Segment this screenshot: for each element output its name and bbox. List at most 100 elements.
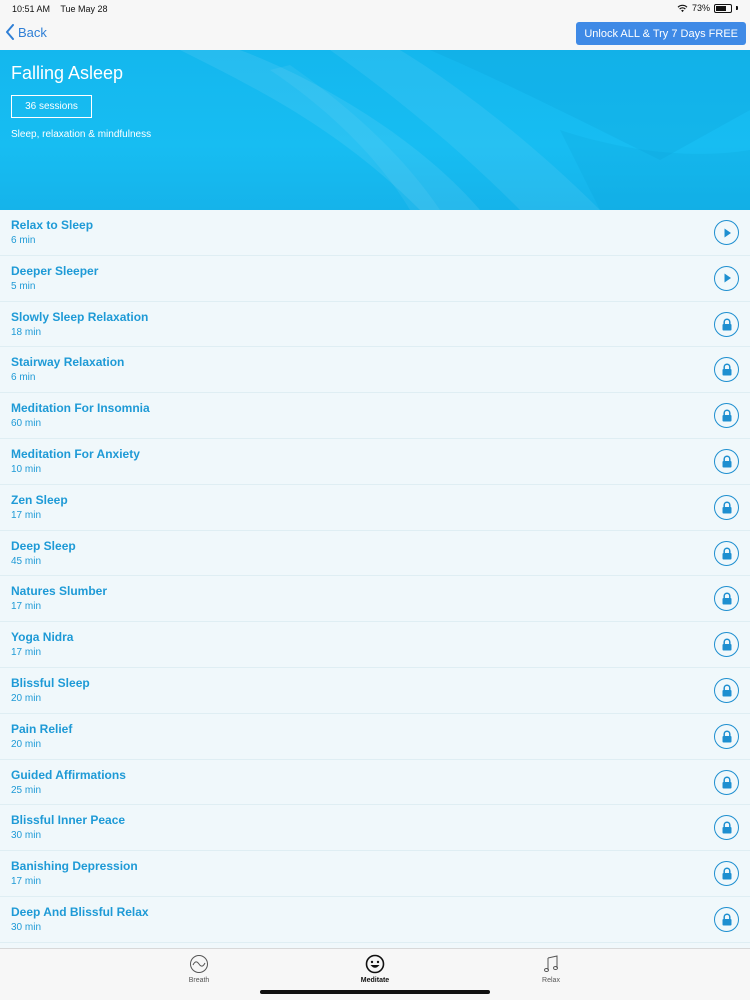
session-title: Stairway Relaxation	[11, 355, 125, 370]
tab-breath-label: Breath	[188, 977, 210, 984]
locked-session-button[interactable]	[714, 586, 739, 612]
nav-bar: Back Unlock ALL & Try 7 Days FREE	[0, 18, 750, 50]
locked-session-button[interactable]	[714, 861, 739, 887]
session-duration: 17 min	[11, 601, 42, 613]
locked-session-button[interactable]	[714, 448, 739, 474]
locked-session-button[interactable]	[714, 723, 739, 749]
status-right: 73%	[677, 3, 738, 13]
session-list: Relax to Sleep 6 min Deeper Sleeper 5 min Sl…	[0, 210, 750, 948]
locked-session-button[interactable]	[714, 769, 739, 795]
session-duration: 20 min	[11, 738, 42, 750]
session-row[interactable]: Slowly Sleep Relaxation 18 min	[0, 302, 750, 348]
status-left: 10:51 AM Tue May 28	[12, 4, 116, 14]
session-title: Zen Sleep	[11, 492, 68, 507]
music-note-icon	[544, 955, 558, 972]
session-title: Relax to Sleep	[11, 218, 94, 232]
session-title: Yoga Nidra	[11, 630, 74, 645]
session-duration: 25 min	[11, 784, 42, 796]
session-title: Deep And Blissful Relax	[11, 904, 149, 919]
play-icon	[721, 227, 733, 239]
locked-session-button[interactable]	[714, 357, 739, 383]
session-row[interactable]: Guided Affirmations 25 min	[0, 760, 750, 806]
home-indicator	[260, 990, 490, 994]
tab-relax-label: Relax	[542, 977, 560, 984]
locked-session-button[interactable]	[714, 677, 739, 703]
locked-session-button[interactable]	[714, 632, 739, 658]
session-row[interactable]: Blissful Inner Peace 30 min	[0, 805, 750, 852]
wave-icon	[190, 955, 208, 973]
session-duration: 17 min	[11, 647, 42, 659]
session-title: Deeper Sleeper	[11, 263, 99, 278]
category-subtitle: Sleep, relaxation & mindfulness	[11, 129, 152, 140]
battery-percent: 73%	[691, 3, 710, 13]
wifi-icon	[677, 4, 688, 12]
status-date: Tue May 28	[60, 4, 108, 14]
play-button[interactable]	[714, 265, 739, 291]
tab-breath[interactable]: Breath	[169, 954, 229, 984]
battery-level	[716, 5, 727, 11]
session-title: Natures Slumber	[11, 584, 108, 599]
session-duration: 45 min	[11, 555, 42, 567]
lock-icon	[721, 409, 733, 422]
session-title: Meditation For Anxiety	[11, 446, 140, 461]
session-duration: 30 min	[11, 921, 42, 933]
session-title: Slowly Sleep Relaxation	[11, 309, 149, 324]
play-button[interactable]	[714, 220, 739, 245]
session-row[interactable]: Blissful Sleep 20 min	[0, 668, 750, 714]
session-row[interactable]: Deep And Blissful Relax 30 min	[0, 897, 750, 943]
session-row[interactable]: Meditation For Anxiety 10 min	[0, 439, 750, 485]
tab-meditate-label: Meditate	[360, 977, 390, 984]
session-row[interactable]: Banishing Depression 17 min	[0, 851, 750, 897]
lock-icon	[721, 776, 733, 789]
back-label: Back	[18, 24, 47, 40]
session-duration: 17 min	[11, 509, 42, 521]
session-row[interactable]: Yoga Nidra 17 min	[0, 622, 750, 668]
lock-icon	[721, 821, 733, 834]
unlock-trial-button[interactable]: Unlock ALL & Try 7 Days FREE	[576, 22, 746, 45]
session-duration: 6 min	[11, 372, 36, 384]
session-duration: 30 min	[11, 830, 42, 842]
session-row[interactable]: Natures Slumber 17 min	[0, 576, 750, 623]
session-row[interactable]: Relax to Sleep 6 min	[0, 210, 750, 256]
session-title: Meditation For Insomnia	[11, 401, 150, 416]
session-title: Pain Relief	[11, 721, 73, 736]
lock-icon	[721, 592, 733, 605]
session-title: Blissful Sleep	[11, 675, 90, 690]
locked-session-button[interactable]	[714, 494, 739, 520]
session-title: Banishing Depression	[11, 859, 138, 874]
status-bar: 10:51 AM Tue May 28 73%	[0, 0, 750, 18]
session-duration: 17 min	[11, 876, 42, 888]
session-title: Blissful Inner Peace	[11, 813, 126, 828]
locked-session-button[interactable]	[714, 403, 739, 429]
session-duration: 18 min	[11, 326, 42, 338]
session-row[interactable]: Deep Sleep 45 min	[0, 531, 750, 577]
lock-icon	[721, 501, 733, 514]
category-header: Falling Asleep 36 sessions Sleep, relaxa…	[0, 50, 750, 210]
session-row[interactable]: Stairway Relaxation 6 min	[0, 347, 750, 394]
status-time: 10:51 AM	[12, 4, 51, 14]
locked-session-button[interactable]	[714, 815, 739, 841]
lock-icon	[721, 455, 733, 468]
lock-icon	[721, 363, 733, 376]
session-title: Guided Affirmations	[11, 767, 126, 782]
session-duration: 6 min	[11, 235, 36, 246]
smile-icon	[365, 954, 385, 974]
sessions-count-badge: 36 sessions	[11, 95, 92, 118]
tab-relax[interactable]: Relax	[521, 954, 581, 984]
chevron-left-icon	[6, 24, 14, 40]
locked-session-button[interactable]	[714, 540, 739, 566]
locked-session-button[interactable]	[714, 906, 739, 932]
session-duration: 60 min	[11, 418, 42, 430]
session-row[interactable]: Pain Relief 20 min	[0, 714, 750, 760]
play-icon	[721, 272, 733, 284]
back-button[interactable]: Back	[5, 24, 47, 40]
locked-session-button[interactable]	[714, 311, 739, 337]
lock-icon	[721, 684, 733, 697]
lock-icon	[721, 730, 733, 743]
session-row[interactable]: Meditation For Insomnia 60 min	[0, 393, 750, 439]
session-row[interactable]: Zen Sleep 17 min	[0, 485, 750, 531]
session-duration: 5 min	[11, 280, 36, 292]
tab-meditate[interactable]: Meditate	[345, 954, 405, 984]
session-duration: 20 min	[11, 692, 42, 704]
session-row[interactable]: Deeper Sleeper 5 min	[0, 256, 750, 302]
